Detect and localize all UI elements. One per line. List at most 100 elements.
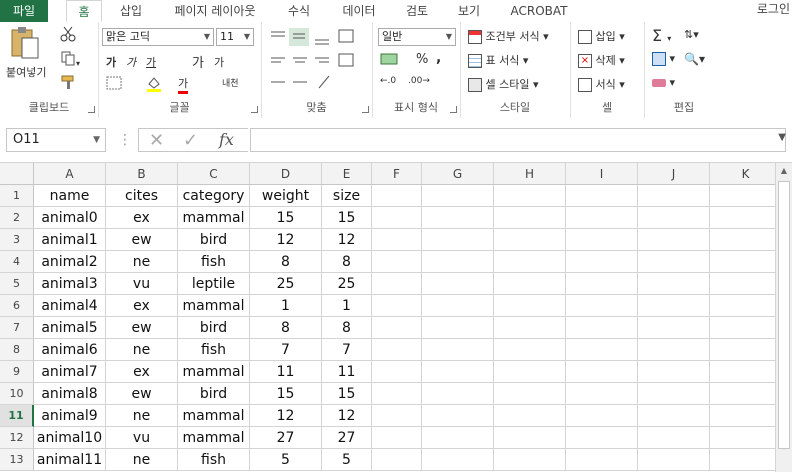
cell-E8[interactable]: 7 (322, 339, 372, 361)
delete-cells-button[interactable]: × 삭제 ▾ (578, 52, 625, 68)
cell-J5[interactable] (638, 273, 710, 295)
cell-H1[interactable] (494, 185, 566, 207)
cell-H2[interactable] (494, 207, 566, 229)
cell-E6[interactable]: 1 (322, 295, 372, 317)
column-header-K[interactable]: K (710, 163, 782, 185)
enter-icon[interactable]: ✓ (183, 130, 198, 151)
cell-D11[interactable]: 12 (250, 405, 322, 427)
font-size-combo[interactable]: 11 ▼ (216, 28, 254, 46)
cell-J2[interactable] (638, 207, 710, 229)
cell-J3[interactable] (638, 229, 710, 251)
cell-G11[interactable] (422, 405, 494, 427)
cell-C11[interactable]: mammal (178, 405, 250, 427)
cell-G4[interactable] (422, 251, 494, 273)
cell-G9[interactable] (422, 361, 494, 383)
cell-F5[interactable] (372, 273, 422, 295)
tab-page-layout[interactable]: 페이지 레이아웃 (166, 0, 264, 22)
increase-decimal-icon[interactable]: ←.0 (380, 76, 396, 86)
cell-K9[interactable] (710, 361, 782, 383)
cell-G3[interactable] (422, 229, 494, 251)
format-painter-icon[interactable] (60, 74, 76, 93)
paste-button[interactable] (8, 26, 40, 60)
tab-insert[interactable]: 삽입 (112, 0, 150, 22)
cell-G2[interactable] (422, 207, 494, 229)
cell-F9[interactable] (372, 361, 422, 383)
cell-C2[interactable]: mammal (178, 207, 250, 229)
italic-button[interactable]: 가 (126, 54, 136, 70)
autosum-icon[interactable]: Σ ▾ (652, 26, 671, 45)
cell-E12[interactable]: 27 (322, 427, 372, 449)
cell-E3[interactable]: 12 (322, 229, 372, 251)
row-header-12[interactable]: 12 (0, 427, 34, 449)
cell-A8[interactable]: animal6 (34, 339, 106, 361)
cell-E11[interactable]: 12 (322, 405, 372, 427)
cell-J9[interactable] (638, 361, 710, 383)
number-launcher-icon[interactable] (450, 106, 457, 113)
cell-F4[interactable] (372, 251, 422, 273)
cell-C12[interactable]: mammal (178, 427, 250, 449)
cell-A3[interactable]: animal1 (34, 229, 106, 251)
number-format-combo[interactable]: 일반 ▼ (378, 28, 456, 46)
conditional-format-button[interactable]: 조건부 서식 ▾ (468, 28, 549, 44)
fill-color-icon[interactable] (146, 76, 162, 95)
clipboard-launcher-icon[interactable] (88, 106, 95, 113)
cell-G5[interactable] (422, 273, 494, 295)
cell-F8[interactable] (372, 339, 422, 361)
expand-formula-bar-icon[interactable]: ▼ (778, 132, 786, 143)
cell-G8[interactable] (422, 339, 494, 361)
cell-B6[interactable]: ex (106, 295, 178, 317)
cell-J8[interactable] (638, 339, 710, 361)
cell-A13[interactable]: animal11 (34, 449, 106, 471)
vertical-scrollbar[interactable]: ▲ (775, 163, 792, 472)
cell-styles-button[interactable]: 셀 스타일 ▾ (468, 76, 539, 92)
font-launcher-icon[interactable] (251, 106, 258, 113)
cell-K3[interactable] (710, 229, 782, 251)
row-header-13[interactable]: 13 (0, 449, 34, 471)
cell-D8[interactable]: 7 (250, 339, 322, 361)
cell-H8[interactable] (494, 339, 566, 361)
cell-C4[interactable]: fish (178, 251, 250, 273)
cell-A6[interactable]: animal4 (34, 295, 106, 317)
cell-A1[interactable]: name (34, 185, 106, 207)
cell-I8[interactable] (566, 339, 638, 361)
fill-icon[interactable]: ▾ (652, 52, 675, 66)
tab-view[interactable]: 보기 (450, 0, 488, 22)
cell-E10[interactable]: 15 (322, 383, 372, 405)
cell-I5[interactable] (566, 273, 638, 295)
scroll-up-icon[interactable]: ▲ (776, 163, 792, 179)
cell-B5[interactable]: vu (106, 273, 178, 295)
font-color-button[interactable]: 가 (178, 75, 189, 94)
cell-H4[interactable] (494, 251, 566, 273)
cell-B11[interactable]: ne (106, 405, 178, 427)
underline-button[interactable]: 가 (146, 54, 156, 70)
cell-B4[interactable]: ne (106, 251, 178, 273)
cell-I2[interactable] (566, 207, 638, 229)
name-box[interactable]: O11 ▼ (6, 128, 106, 152)
cell-D7[interactable]: 8 (250, 317, 322, 339)
border-icon[interactable] (106, 76, 122, 93)
cell-E4[interactable]: 8 (322, 251, 372, 273)
column-header-A[interactable]: A (34, 163, 106, 185)
cell-K2[interactable] (710, 207, 782, 229)
cell-F3[interactable] (372, 229, 422, 251)
cell-K10[interactable] (710, 383, 782, 405)
cell-J7[interactable] (638, 317, 710, 339)
cell-F6[interactable] (372, 295, 422, 317)
cell-H3[interactable] (494, 229, 566, 251)
cell-J10[interactable] (638, 383, 710, 405)
cell-D4[interactable]: 8 (250, 251, 322, 273)
cell-F7[interactable] (372, 317, 422, 339)
percent-button[interactable]: % (416, 52, 428, 67)
cell-C3[interactable]: bird (178, 229, 250, 251)
cell-K7[interactable] (710, 317, 782, 339)
tab-home[interactable]: 홈 (66, 0, 102, 22)
cell-E1[interactable]: size (322, 185, 372, 207)
tab-formulas[interactable]: 수식 (280, 0, 318, 22)
cell-F2[interactable] (372, 207, 422, 229)
cell-I3[interactable] (566, 229, 638, 251)
cell-E9[interactable]: 11 (322, 361, 372, 383)
cell-K1[interactable] (710, 185, 782, 207)
cell-K11[interactable] (710, 405, 782, 427)
cell-I4[interactable] (566, 251, 638, 273)
font-name-combo[interactable]: 맑은 고딕 ▼ (102, 28, 214, 46)
